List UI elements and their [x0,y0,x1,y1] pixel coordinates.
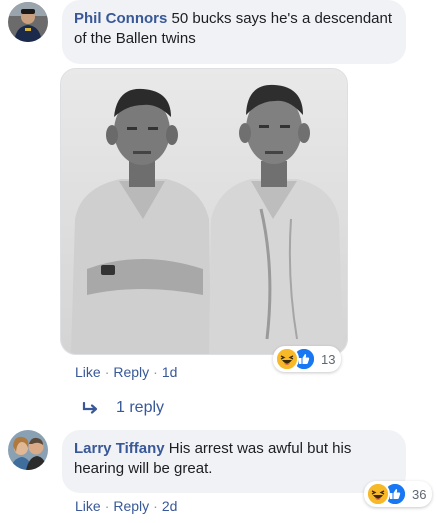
reply-button[interactable]: Reply [113,498,149,514]
haha-icon [366,482,390,506]
reply-arrow-icon [82,401,100,415]
avatar-photo [8,430,48,470]
comment-bubble: Phil Connors 50 bucks says he's a descen… [62,0,406,64]
reactions-summary[interactable]: 36 [364,481,433,507]
view-replies-link[interactable]: 1 reply [82,399,164,417]
comment-timestamp[interactable]: 2d [162,498,178,514]
reaction-count: 13 [321,351,336,367]
action-separator: · [153,498,158,514]
comment-author[interactable]: Larry Tiffany [74,440,165,457]
avatar-larry-tiffany[interactable] [8,430,48,470]
like-button[interactable]: Like [75,364,101,380]
reaction-count: 36 [412,486,427,502]
like-button[interactable]: Like [75,498,101,514]
haha-icon [275,347,299,371]
reactions-summary[interactable]: 13 [273,346,342,372]
comment-photo[interactable] [60,68,348,355]
avatar-phil-connors[interactable] [8,2,48,42]
comment-timestamp[interactable]: 1d [162,364,178,380]
comment-actions: Like · Reply · 2d [75,498,177,514]
action-separator: · [153,364,158,380]
action-separator: · [104,498,110,514]
comment-bubble: Larry Tiffany His arrest was awful but h… [62,430,406,493]
reply-button[interactable]: Reply [113,364,149,380]
photo-twins-image [61,69,347,354]
avatar-photo [8,2,48,42]
view-replies-label: 1 reply [116,399,165,416]
comment-author[interactable]: Phil Connors [74,10,167,27]
comment-actions: Like · Reply · 1d [75,364,177,380]
action-separator: · [104,364,110,380]
